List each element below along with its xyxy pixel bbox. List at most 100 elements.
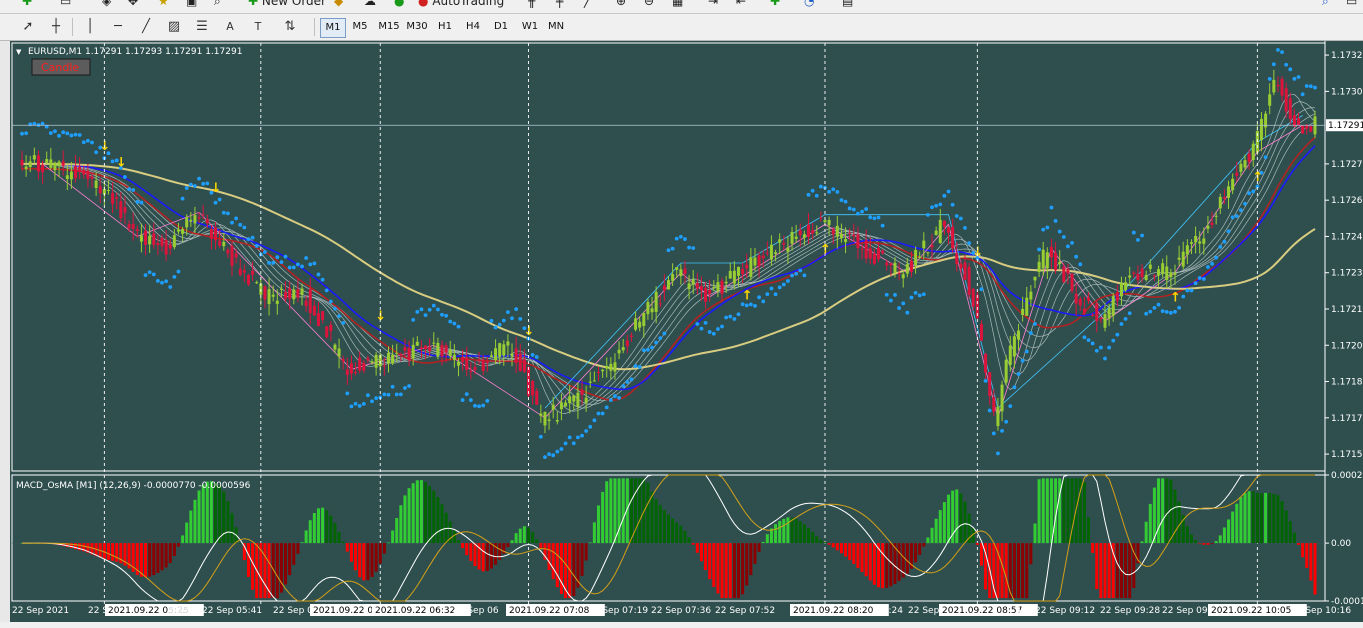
search-icon[interactable]: ⌕	[1322, 0, 1329, 10]
sar-dot	[1308, 84, 1313, 89]
timeframe-m15[interactable]: M15	[376, 18, 402, 36]
sar-dot	[238, 222, 243, 227]
indicators-icon[interactable]: ✚	[770, 0, 780, 10]
new-chart-icon[interactable]: ✚	[22, 0, 32, 10]
macd-histogram-bar	[341, 541, 345, 544]
x-axis-label: 22 Sep 05:41	[202, 606, 262, 616]
bear-candle	[1074, 293, 1078, 304]
sar-dot	[600, 411, 605, 416]
macd-histogram-bar	[712, 543, 716, 587]
bull-candle	[638, 321, 642, 328]
new-order-button[interactable]: ✚ New Order	[248, 0, 326, 10]
x-axis-time-tag-label: 2021.09.22 08:57	[942, 606, 1022, 616]
x-axis-label: 56	[1015, 606, 1027, 616]
timeframe-m1[interactable]: M1	[320, 18, 346, 38]
vertical-line-icon[interactable]: │	[80, 18, 100, 36]
bear-candle	[312, 305, 316, 316]
macd-histogram-bar	[329, 515, 333, 544]
macd-histogram-bar	[382, 543, 386, 554]
cloud-icon[interactable]: ☁	[364, 0, 376, 10]
fibonacci-icon[interactable]: ☰	[192, 18, 212, 36]
arrows-icon[interactable]: ⇅	[280, 18, 300, 36]
chart-window[interactable]: 1.17291 1.17320 1.17305 1.17275 1.17260 1.172…	[10, 41, 1363, 622]
bull-candle	[255, 282, 259, 284]
bull-candle	[617, 349, 621, 354]
bear-candle	[741, 268, 745, 275]
cursor-icon[interactable]: ➚	[18, 18, 38, 36]
sar-dot	[407, 384, 411, 388]
sar-dot	[230, 220, 234, 225]
x-axis-label: 5:25	[168, 606, 188, 616]
bull-candle	[1243, 160, 1247, 168]
profiles-icon[interactable]: ▭	[60, 0, 71, 10]
macd-histogram-bar	[275, 543, 279, 599]
bull-candle	[456, 361, 460, 366]
zoom-in-icon[interactable]: ⊕	[616, 0, 626, 10]
sar-dot	[1152, 305, 1157, 310]
timeframe-h1[interactable]: H1	[434, 18, 456, 36]
chat-icon[interactable]: ▭	[1346, 0, 1357, 10]
bull-candle	[172, 235, 176, 248]
horizontal-line-icon[interactable]: ─	[108, 18, 128, 36]
text-icon[interactable]: A	[220, 18, 240, 36]
timeframe-m5[interactable]: M5	[348, 18, 372, 36]
bear-candle	[745, 264, 749, 269]
chart-shift-icon[interactable]: ⇤	[736, 0, 746, 10]
channel-icon[interactable]: ▨	[164, 18, 184, 36]
macd-histogram-bar	[1157, 478, 1161, 544]
sar-dot	[1020, 358, 1025, 363]
bear-candle	[469, 371, 473, 373]
price-chart[interactable]: 1.17291 1.17320 1.17305 1.17275 1.17260 1.172…	[10, 41, 1363, 622]
auto-trading-label: AutoTrading	[432, 0, 505, 8]
macd-histogram-bar	[386, 542, 390, 544]
crosshair-icon[interactable]: ┼	[46, 18, 66, 36]
line-chart-icon[interactable]: ╱	[584, 0, 591, 10]
navigator-icon[interactable]: ✥	[128, 0, 138, 10]
sar-dot	[415, 310, 420, 314]
bear-candle	[473, 366, 477, 371]
bull-candle	[592, 380, 596, 382]
bear-candle	[82, 169, 86, 175]
macd-histogram-bar	[654, 499, 658, 544]
trendline-icon[interactable]: ╱	[136, 18, 156, 36]
market-watch-icon[interactable]: ◈	[102, 0, 111, 10]
sar-dot	[20, 131, 24, 136]
tile-windows-icon[interactable]: ▦	[672, 0, 683, 10]
autoscroll-icon[interactable]: ⇥	[708, 0, 718, 10]
favorites-icon[interactable]: ★	[158, 0, 169, 10]
timeframe-d1[interactable]: D1	[490, 18, 512, 36]
sar-dot	[555, 449, 560, 454]
sar-dot	[880, 223, 885, 228]
macd-histogram-bar	[214, 482, 218, 544]
buy-arrow-icon: ↑	[820, 242, 831, 257]
macd-histogram-bar	[1041, 478, 1045, 544]
periods-icon[interactable]: ◔	[804, 0, 814, 10]
metaeditor-icon[interactable]: ◆	[334, 0, 343, 10]
bull-candle	[1128, 275, 1132, 278]
macd-histogram-bar	[728, 543, 732, 599]
auto-trading-button[interactable]: ● AutoTrading	[418, 0, 504, 10]
macd-histogram-bar	[1107, 543, 1111, 599]
timeframe-m30[interactable]: M30	[404, 18, 430, 36]
terminal-icon[interactable]: ▣	[186, 0, 197, 10]
macd-histogram-bar	[1025, 543, 1029, 599]
timeframe-h4[interactable]: H4	[462, 18, 484, 36]
sar-dot	[851, 207, 856, 212]
tester-icon[interactable]: ⌕	[214, 0, 221, 10]
sar-dot	[201, 181, 206, 186]
timeframe-w1[interactable]: W1	[518, 18, 542, 36]
candlestick-icon[interactable]: ╪	[556, 0, 563, 10]
bull-candle	[506, 341, 510, 346]
bar-chart-icon[interactable]: ╫	[528, 0, 535, 10]
bull-candle	[1202, 238, 1206, 244]
text-label-icon[interactable]: T	[248, 18, 268, 36]
bull-candle	[106, 189, 110, 191]
timeframe-mn[interactable]: MN	[544, 18, 568, 36]
sar-dot	[950, 202, 955, 207]
bear-candle	[1115, 292, 1119, 301]
templates-icon[interactable]: ▤	[842, 0, 853, 10]
zoom-out-icon[interactable]: ⊖	[644, 0, 654, 10]
options-icon[interactable]: ●	[394, 0, 404, 10]
sar-dot	[633, 364, 638, 369]
macd-histogram-bar	[634, 478, 638, 544]
